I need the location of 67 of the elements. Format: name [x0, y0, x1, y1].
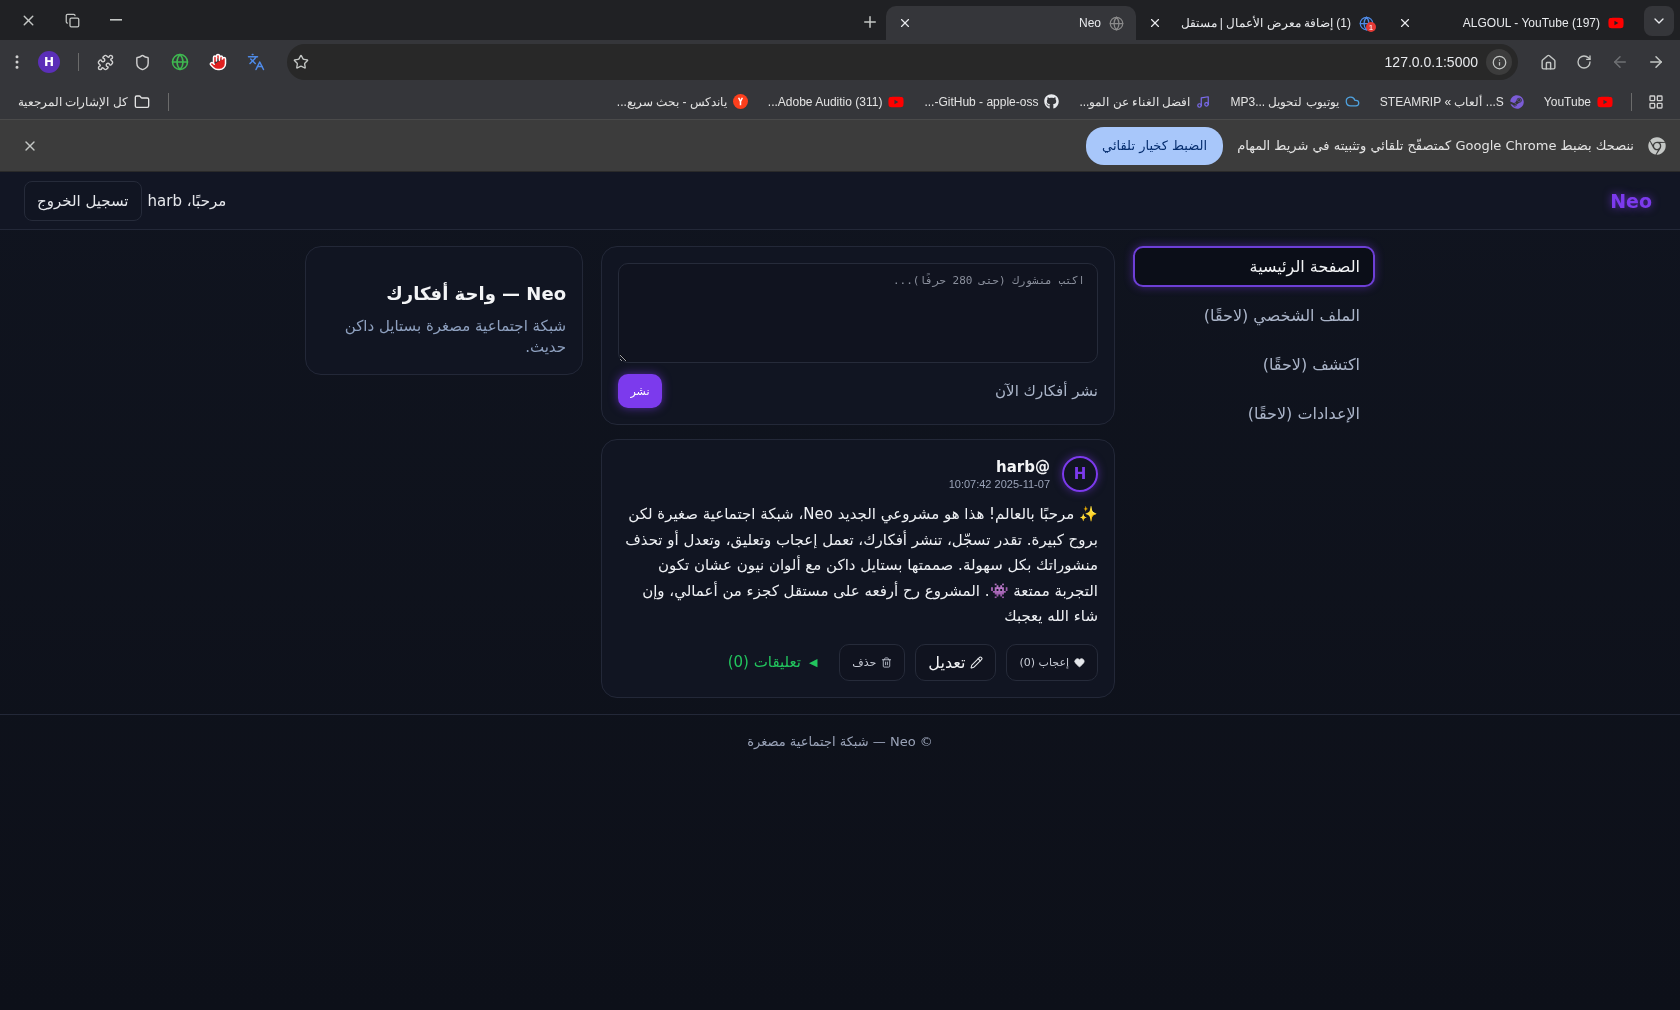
close-icon[interactable]: [1398, 16, 1412, 30]
browser-tab[interactable]: (197) ALGOUL - YouTube: [1386, 6, 1636, 40]
comments-toggle[interactable]: ◀ تعليقات (0): [715, 653, 830, 671]
close-icon[interactable]: [898, 16, 912, 30]
restore-icon: [64, 12, 80, 28]
home-icon: [1539, 53, 1557, 71]
post-author: @harb: [995, 458, 1050, 476]
post-text: ✨ مرحبًا بالعالم! هذا هو مشروعي الجديد Neo، شبكة اجتماعية صغيرة لكن بروح كبيرة. تقدر تسجّل، تنشر أفكارك، تعمل إعجاب وتعليق، وتعدل أو تحذف منشوراتك بكل سهولة. صممتها بستايل داكن مع ألوان نيون عشان تكون التجربة ممتعة 👾. المشروع رح أرفعه على مستقل كجزء من أعمالي، وإن شاء الله يعجبك: [624, 504, 1098, 627]
music-icon: [1196, 94, 1211, 109]
set-default-button[interactable]: الضبط كخيار تلقائي: [1086, 126, 1224, 165]
post-input[interactable]: اكتب منشورك (حتى 280 حرفًا)...: [618, 263, 1098, 363]
about-description: شبكة اجتماعية مصغرة بستايل داكن حديث.: [343, 316, 566, 358]
reload-icon: [1576, 54, 1592, 70]
address-bar[interactable]: 127.0.0.1:5000: [287, 44, 1518, 80]
notification-badge: 1: [1366, 22, 1376, 32]
infobar-message: ننصحك بضبط Google Chrome كمتصفّح تلقائي وتثبيته في شريط المهام: [1237, 138, 1634, 153]
user-avatar: H: [1062, 456, 1098, 492]
bookmark-link[interactable]: ياندكس - بحث سريع...: [608, 90, 756, 113]
close-icon[interactable]: [1148, 16, 1162, 30]
arrow-right-icon: [1647, 53, 1665, 71]
circle-logo-icon: [732, 94, 748, 109]
chrome-icon: [1648, 136, 1666, 155]
greeting: مرحبًا، harb: [147, 191, 227, 210]
browser-tab[interactable]: Neo: [886, 6, 1136, 40]
nav-link[interactable]: الملف الشخصي (لاحقًا): [1133, 295, 1375, 336]
nav-link[interactable]: اكتشف (لاحقًا): [1133, 344, 1375, 385]
globe-icon[interactable]: [171, 53, 189, 71]
logout-button[interactable]: تسجيل الخروج: [24, 180, 142, 221]
bookmark-link[interactable]: S... ألعاب » STEAMRIP: [1371, 90, 1532, 113]
all-bookmarks-link[interactable]: كل الإشارات المرجعية: [10, 89, 158, 114]
bookmark-link[interactable]: YouTube: [1535, 89, 1621, 114]
profile-avatar[interactable]: H: [38, 51, 60, 73]
publish-button[interactable]: نشر: [618, 374, 662, 408]
info-icon: [1491, 54, 1507, 70]
bookmark-link[interactable]: يوتيوب لتحويل ...MP3: [1222, 90, 1368, 113]
bookmark-link[interactable]: افضل الغناء عن المو...: [1071, 90, 1219, 113]
site-info-button[interactable]: [1486, 49, 1512, 75]
heart-icon: [1074, 656, 1085, 668]
edit-button[interactable]: تعديل: [915, 643, 997, 681]
footer-text: © Neo — شبكة اجتماعية مصغرة: [747, 733, 933, 749]
minimize-icon: [110, 19, 122, 21]
post-time: 2025-11-07 10:07:42: [948, 478, 1050, 490]
folder-icon: [133, 93, 150, 110]
cloud-icon: [1344, 94, 1360, 109]
trash-icon: [881, 656, 893, 668]
logo: Neo: [1610, 189, 1652, 212]
globe-icon: [1109, 15, 1124, 31]
apps-icon[interactable]: [1648, 93, 1664, 110]
translate-icon[interactable]: [247, 53, 265, 71]
steam-icon: [1509, 94, 1524, 109]
pencil-icon: [970, 655, 984, 669]
extensions-icon[interactable]: [97, 53, 114, 71]
composer-hint: نشر أفكارك الآن: [995, 382, 1098, 400]
tab-list-button[interactable]: [1644, 6, 1674, 36]
star-icon[interactable]: [293, 54, 309, 70]
bookmark-link[interactable]: (311) Adobe Auditio...: [759, 89, 913, 114]
like-button[interactable]: إعجاب (0): [1006, 643, 1098, 681]
github-icon: [1044, 94, 1060, 109]
hand-icon[interactable]: [209, 53, 227, 71]
plus-icon: [861, 13, 879, 31]
shield-icon[interactable]: [134, 53, 151, 71]
video-play-icon: [1608, 15, 1624, 31]
bookmark-link[interactable]: GitHub - apple-oss-...: [916, 90, 1068, 113]
delete-button[interactable]: حذف: [839, 643, 906, 681]
nav-link[interactable]: الإعدادات (لاحقًا): [1133, 393, 1375, 434]
nav-link[interactable]: الصفحة الرئيسية: [1133, 246, 1375, 287]
about-title: Neo — واحة أفكارك: [385, 283, 566, 304]
